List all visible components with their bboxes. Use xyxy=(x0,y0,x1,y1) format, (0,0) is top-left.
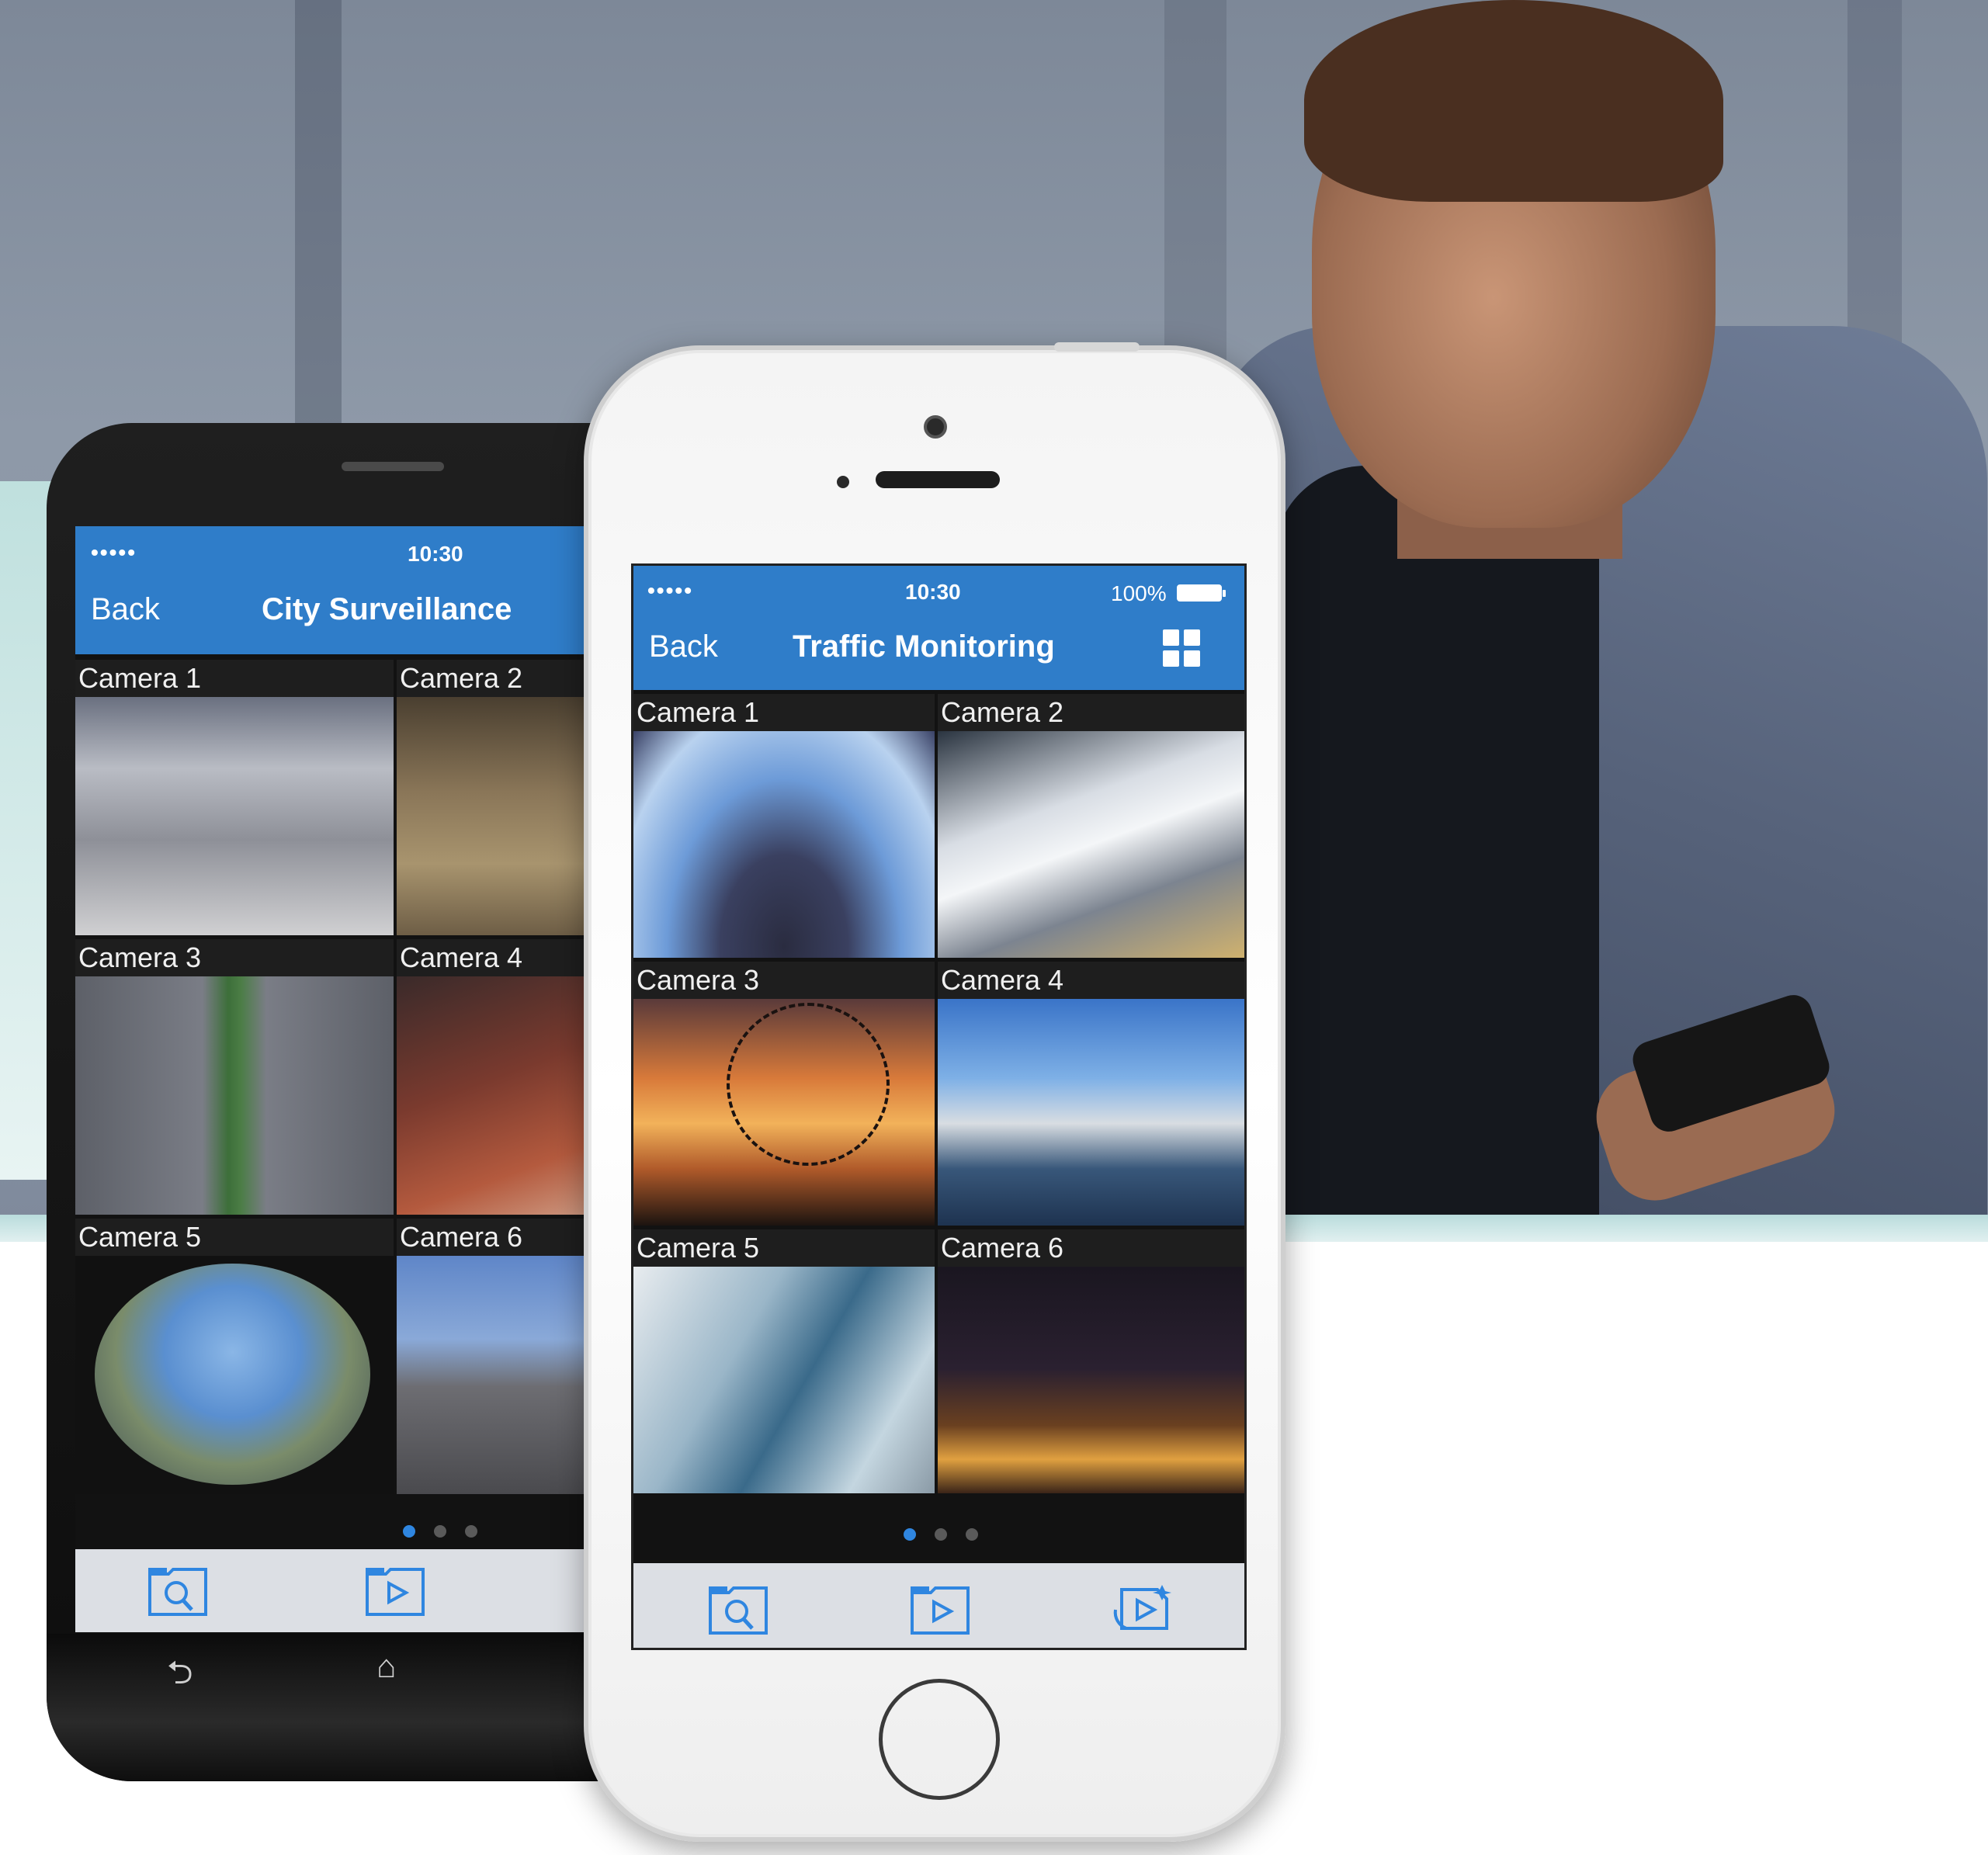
camera-tile[interactable]: Camera 3 xyxy=(75,939,394,1215)
camera-tile[interactable]: Camera 1 xyxy=(75,660,394,935)
proximity-sensor xyxy=(837,476,849,488)
camera-tile[interactable]: Camera 3 xyxy=(633,962,935,1226)
camera-label: Camera 6 xyxy=(938,1229,1244,1267)
camera-tile[interactable]: Camera 5 xyxy=(75,1219,394,1494)
camera-label: Camera 3 xyxy=(75,939,394,976)
sync-playback-icon[interactable] xyxy=(1111,1582,1173,1636)
signal-indicator: ••••• xyxy=(647,578,694,602)
playback-folder-icon[interactable] xyxy=(909,1582,971,1636)
page-dot-active[interactable] xyxy=(904,1528,916,1541)
status-time: 10:30 xyxy=(905,580,961,604)
camera-feed-airport xyxy=(75,697,394,935)
camera-label: Camera 3 xyxy=(633,962,935,999)
page-dot[interactable] xyxy=(465,1525,477,1538)
page-dot[interactable] xyxy=(966,1528,978,1541)
status-time: 10:30 xyxy=(408,542,463,566)
camera-feed-ferris-wheel xyxy=(633,999,935,1226)
camera-tile[interactable]: Camera 2 xyxy=(938,694,1244,958)
page-dot-active[interactable] xyxy=(403,1525,415,1538)
camera-tile[interactable]: Camera 1 xyxy=(633,694,935,958)
front-camera xyxy=(924,415,947,439)
camera-label: Camera 2 xyxy=(938,694,1244,731)
android-home-key[interactable]: ⌂ xyxy=(376,1648,396,1685)
battery-icon xyxy=(1177,584,1226,602)
search-folder-icon[interactable] xyxy=(147,1563,209,1617)
playback-folder-icon[interactable] xyxy=(364,1563,426,1617)
camera-feed-train xyxy=(938,731,1244,958)
camera-label: Camera 1 xyxy=(633,694,935,731)
phone-speaker xyxy=(342,462,444,471)
page-title: City Surveillance xyxy=(262,592,512,626)
phone-speaker xyxy=(876,471,1000,488)
page-title: Traffic Monitoring xyxy=(793,629,1055,664)
camera-feed-eiffel xyxy=(633,731,935,958)
camera-label: Camera 5 xyxy=(75,1219,394,1256)
camera-feed-highway xyxy=(75,976,394,1215)
iphone: ••••• 10:30 100% Back Traffic Monitoring… xyxy=(584,342,1285,1842)
back-button[interactable]: Back xyxy=(649,629,718,664)
person-hair xyxy=(1304,0,1723,202)
bottom-toolbar xyxy=(633,1563,1244,1648)
home-button[interactable] xyxy=(879,1679,1000,1800)
search-folder-icon[interactable] xyxy=(707,1582,769,1636)
camera-feed-fisheye xyxy=(75,1256,394,1494)
power-button xyxy=(1054,342,1140,352)
grid-layout-icon[interactable] xyxy=(1163,629,1200,667)
camera-tile[interactable]: Camera 4 xyxy=(938,962,1244,1226)
camera-label: Camera 4 xyxy=(938,962,1244,999)
iphone-screen: ••••• 10:30 100% Back Traffic Monitoring… xyxy=(631,563,1247,1650)
camera-feed-marina xyxy=(938,999,1244,1226)
person-shirt xyxy=(1273,466,1599,1226)
back-button[interactable]: Back xyxy=(91,592,160,627)
android-back-key[interactable]: ⮌ xyxy=(167,1649,193,1704)
page-dot[interactable] xyxy=(935,1528,947,1541)
nav-bar: ••••• 10:30 100% Back Traffic Monitoring xyxy=(633,566,1244,690)
camera-tile[interactable]: Camera 5 xyxy=(633,1229,935,1493)
battery-percent: 100% xyxy=(1111,581,1167,605)
page-dot[interactable] xyxy=(434,1525,446,1538)
camera-label: Camera 1 xyxy=(75,660,394,697)
signal-indicator: ••••• xyxy=(91,540,137,564)
camera-tile[interactable]: Camera 6 xyxy=(938,1229,1244,1493)
camera-feed-glass-building xyxy=(633,1267,935,1493)
camera-label: Camera 5 xyxy=(633,1229,935,1267)
camera-feed-night-bridge xyxy=(938,1267,1244,1493)
